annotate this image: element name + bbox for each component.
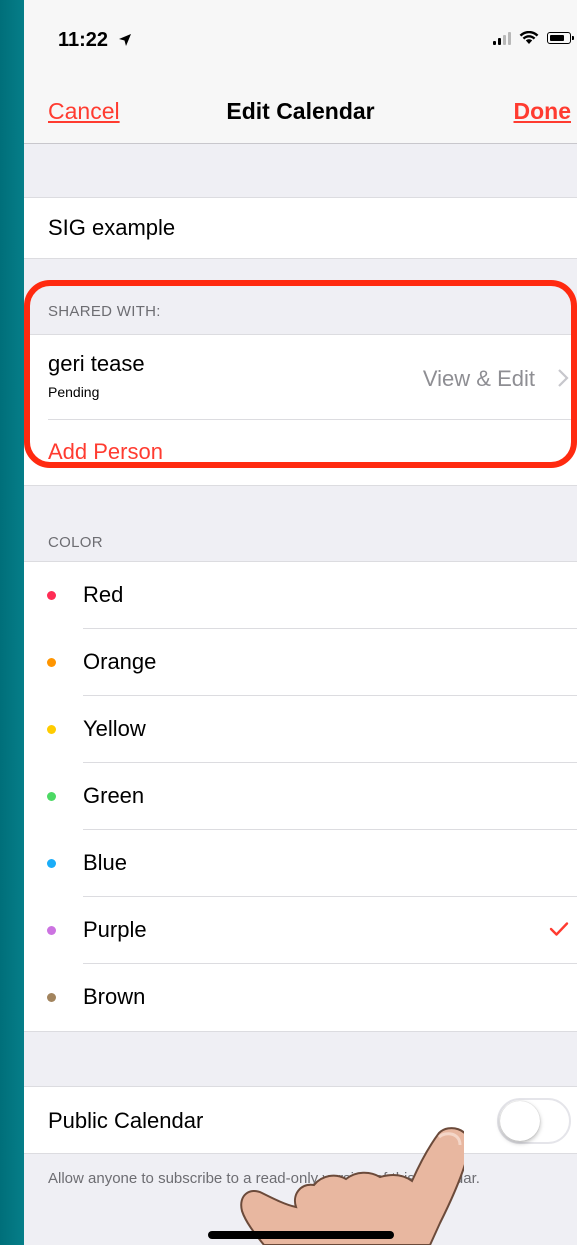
calendar-name-field[interactable]: SIG example bbox=[24, 197, 577, 259]
yellow-dot-icon bbox=[47, 725, 56, 734]
permission-label: View & Edit bbox=[422, 366, 535, 391]
orange-dot-icon bbox=[47, 658, 56, 667]
color-label: Orange bbox=[83, 649, 157, 674]
color-label: Brown bbox=[83, 984, 146, 1009]
chevron-right-icon bbox=[558, 369, 569, 387]
public-calendar-toggle[interactable] bbox=[497, 1098, 571, 1144]
battery-icon bbox=[547, 32, 574, 44]
status-bar: 11:22 bbox=[24, 0, 577, 80]
home-indicator bbox=[208, 1231, 394, 1239]
public-calendar-label: Public Calendar bbox=[48, 1108, 204, 1133]
person-name: geri tease bbox=[48, 351, 145, 376]
calendar-name-value: SIG example bbox=[48, 215, 176, 240]
blue-dot-icon bbox=[47, 859, 56, 868]
color-label: Green bbox=[83, 783, 145, 808]
add-person-button[interactable]: Add Person bbox=[48, 439, 163, 465]
pointing-finger-icon bbox=[240, 1127, 464, 1245]
done-button[interactable]: Done bbox=[514, 98, 572, 125]
color-label: Blue bbox=[83, 850, 128, 875]
color-option-yellow[interactable]: Yellow bbox=[24, 696, 577, 763]
color-label: Red bbox=[83, 582, 124, 607]
checkmark-icon bbox=[549, 922, 569, 936]
brown-dot-icon bbox=[47, 993, 56, 1002]
page-title: Edit Calendar bbox=[226, 98, 375, 124]
location-arrow-icon bbox=[118, 34, 131, 46]
color-label: Purple bbox=[83, 917, 147, 942]
navigation-bar: Cancel Edit Calendar Done bbox=[24, 80, 577, 144]
color-option-red[interactable]: Red bbox=[24, 562, 577, 629]
color-list: Red Orange Yellow Green Blue Purple Brow… bbox=[24, 561, 577, 1032]
cellular-signal-icon bbox=[493, 31, 511, 45]
shared-person-row[interactable]: geri tease Pending View & Edit bbox=[24, 335, 577, 419]
status-time: 11:22 bbox=[58, 29, 132, 52]
color-option-orange[interactable]: Orange bbox=[24, 629, 577, 696]
wifi-icon bbox=[519, 31, 539, 44]
purple-dot-icon bbox=[47, 926, 56, 935]
color-option-green[interactable]: Green bbox=[24, 763, 577, 830]
color-header: COLOR bbox=[48, 534, 103, 551]
phone-screen: 11:22 Cancel Edit Calendar Done SIG exam… bbox=[24, 0, 577, 1245]
row-divider bbox=[48, 419, 577, 420]
toggle-knob bbox=[500, 1101, 540, 1141]
color-option-blue[interactable]: Blue bbox=[24, 830, 577, 897]
shared-with-header: SHARED WITH: bbox=[48, 303, 161, 320]
shared-with-list: geri tease Pending View & Edit Add Perso… bbox=[24, 334, 577, 486]
red-dot-icon bbox=[47, 591, 56, 600]
color-label: Yellow bbox=[83, 716, 146, 741]
color-option-brown[interactable]: Brown bbox=[24, 964, 577, 1031]
green-dot-icon bbox=[47, 792, 56, 801]
status-icons bbox=[493, 31, 574, 45]
person-status: Pending bbox=[48, 384, 100, 400]
color-option-purple[interactable]: Purple bbox=[24, 897, 577, 964]
